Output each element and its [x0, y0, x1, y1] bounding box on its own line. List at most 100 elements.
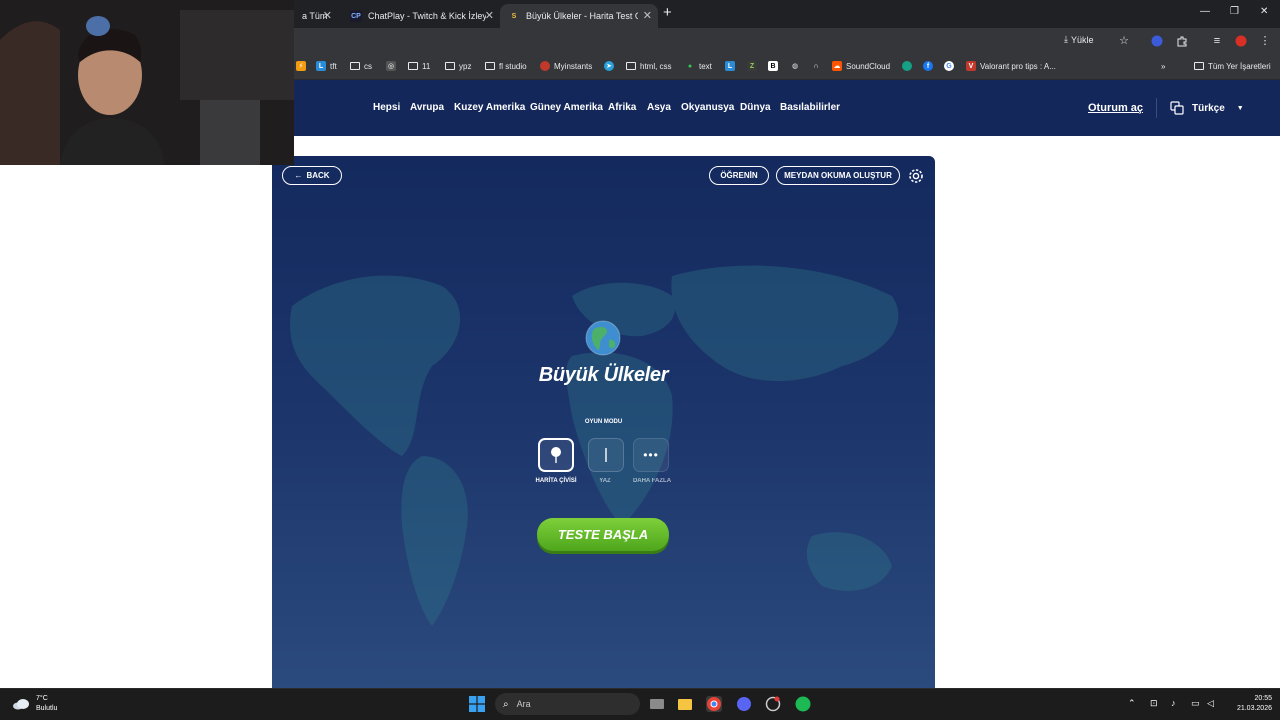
bookmark-label: ypz [459, 61, 472, 71]
learn-button[interactable]: ÖĞRENİN [709, 166, 769, 185]
create-challenge-button[interactable]: MEYDAN OKUMA OLUŞTUR [776, 166, 900, 185]
nav-item-dunya[interactable]: Dünya [740, 102, 771, 113]
volume-icon[interactable]: ◁ [1207, 698, 1214, 709]
bookmark-item[interactable]: ◍ [790, 59, 800, 73]
bookmark-item[interactable]: ☁ SoundCloud [832, 59, 890, 73]
nav-item-hepsi[interactable]: Hepsi [373, 102, 400, 113]
close-icon[interactable]: ✕ [485, 9, 494, 22]
clock-time: 20:55 [1254, 695, 1272, 702]
chrome-icon[interactable] [706, 696, 722, 712]
bookmark-item[interactable]: L [725, 59, 735, 73]
app-icon [902, 61, 912, 71]
nav-item-basilabilirler[interactable]: Basılabilirler [780, 102, 840, 113]
microphone-icon[interactable]: ♪ [1171, 698, 1176, 708]
bookmark-item[interactable]: ypz [445, 59, 471, 73]
back-button[interactable]: ← BACK [282, 166, 342, 185]
start-quiz-button[interactable]: TESTE BAŞLA [537, 518, 669, 551]
weather-widget[interactable]: 7°C Bulutlu [12, 694, 57, 714]
start-menu-icon[interactable] [469, 696, 485, 712]
file-explorer-icon[interactable] [677, 696, 693, 712]
bookmark-item[interactable]: cs [350, 59, 372, 73]
bookmark-item[interactable]: ∩ [811, 59, 821, 73]
game-mode-label: OYUN MODU [584, 419, 623, 425]
telegram-icon: ➤ [604, 61, 614, 71]
discord-icon[interactable] [736, 696, 752, 712]
browser-tab-active[interactable]: S Büyük Ülkeler - Harita Test Oyunu ✕ [500, 4, 658, 28]
nav-item-guney-amerika[interactable]: Güney Amerika [530, 102, 603, 113]
bookmark-item[interactable]: ◎ [386, 59, 396, 73]
bookmark-item[interactable]: B [768, 59, 778, 73]
bookmark-label: Tüm Yer İşaretleri [1208, 61, 1271, 71]
task-view-icon[interactable] [649, 696, 665, 712]
tray-chevron-icon[interactable]: ⌃ [1128, 698, 1136, 709]
bookmark-item[interactable]: fl studio [485, 59, 527, 73]
all-bookmarks-button[interactable]: Tüm Yer İşaretleri [1194, 59, 1271, 73]
back-label: BACK [306, 171, 330, 180]
bookmark-item[interactable]: Z [747, 59, 757, 73]
bookmarks-overflow-icon[interactable]: » [1161, 59, 1165, 73]
clock-date: 21.03.2026 [1236, 705, 1272, 712]
bolt-icon: ⚡ [296, 61, 306, 71]
spotify-icon[interactable] [795, 696, 811, 712]
globe-bookmark-icon: ◍ [791, 63, 799, 70]
folder-icon [350, 62, 360, 70]
nav-item-avrupa[interactable]: Avrupa [410, 102, 444, 113]
language-label: Türkçe [1192, 102, 1225, 114]
bookmark-item[interactable]: Myinstants [540, 59, 592, 73]
minimize-icon[interactable]: — [1200, 6, 1210, 17]
login-link[interactable]: Oturum aç [1088, 102, 1143, 114]
tab-title: Büyük Ülkeler - Harita Test Oyunu [526, 11, 638, 21]
network-icon[interactable]: ▭ [1191, 698, 1200, 709]
media-icon[interactable]: ≡ [1211, 35, 1223, 47]
bookmark-label: Valorant pro tips : A... [980, 61, 1056, 71]
bookmark-item[interactable]: ⚡ [296, 59, 306, 73]
folder-icon [626, 62, 636, 70]
globe-icon [585, 320, 621, 356]
mode-type-button[interactable] [588, 438, 624, 472]
star-icon[interactable]: ☆ [1118, 35, 1130, 47]
bookmark-item[interactable]: Ltft [316, 59, 337, 73]
windows-taskbar [0, 688, 1280, 720]
bookmark-item[interactable]: html, css [626, 59, 672, 73]
bookmark-item[interactable]: 11 [408, 59, 430, 73]
game-panel: ← BACK ÖĞRENİN MEYDAN OKUMA OLUŞTUR Büyü… [272, 156, 935, 688]
nav-item-okyanusya[interactable]: Okyanusya [681, 102, 734, 113]
extensions-icon[interactable] [1176, 35, 1188, 47]
new-tab-icon[interactable]: + [663, 5, 672, 21]
valorant-icon: V [966, 61, 976, 71]
streamer-webcam-image [0, 0, 294, 165]
system-clock[interactable]: 20:55 21.03.2026 [1226, 694, 1272, 714]
profile-avatar-icon[interactable] [1235, 35, 1247, 47]
extension-g-icon[interactable] [1151, 35, 1163, 47]
folder-icon [445, 62, 455, 70]
restore-icon[interactable]: ❐ [1230, 6, 1239, 17]
install-button[interactable]: ⤓ Yükle [1064, 34, 1094, 45]
browser-tab[interactable]: a Tüm ✕ [294, 4, 338, 28]
quiz-title: Büyük Ülkeler [538, 364, 669, 386]
browser-tab[interactable]: CP ChatPlay - Twitch & Kick İzleyici ✕ [342, 4, 500, 28]
close-icon[interactable]: ✕ [323, 9, 332, 22]
controller-icon[interactable]: ⊡ [1150, 698, 1158, 709]
app-icon[interactable] [765, 696, 781, 712]
nav-item-asya[interactable]: Asya [647, 102, 671, 113]
l-icon: L [316, 61, 326, 71]
folder-icon [485, 62, 495, 70]
bookmark-item[interactable]: G [944, 59, 954, 73]
bookmark-item[interactable]: V Valorant pro tips : A... [966, 59, 1056, 73]
close-window-icon[interactable]: ✕ [1260, 6, 1268, 17]
bookmark-item[interactable]: f [923, 59, 933, 73]
bookmark-item[interactable]: ➤ [604, 59, 614, 73]
menu-icon[interactable]: ⋮ [1259, 35, 1271, 47]
bookmark-item[interactable]: ● text [685, 59, 712, 73]
gear-icon[interactable] [906, 166, 926, 186]
nav-item-afrika[interactable]: Afrika [608, 102, 636, 113]
taskbar-search[interactable]: ⌕ Ara [495, 693, 640, 715]
bookmark-item[interactable] [902, 59, 912, 73]
language-select[interactable]: Türkçe ▼ [1170, 101, 1244, 115]
close-icon[interactable]: ✕ [643, 9, 652, 22]
mode-more-button[interactable]: ••• [633, 438, 669, 472]
nav-item-kuzey-amerika[interactable]: Kuzey Amerika [454, 102, 525, 113]
install-icon: ⤓ [1064, 34, 1068, 44]
arrow-left-icon: ← [294, 171, 303, 180]
mode-map-pin-button[interactable] [538, 438, 574, 472]
